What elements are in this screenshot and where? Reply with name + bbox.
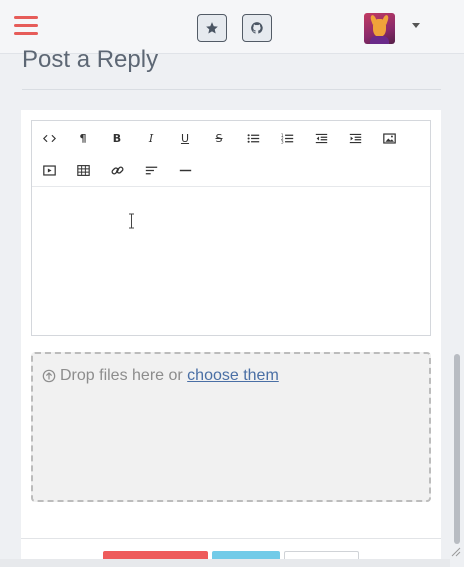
indent-icon [349, 133, 361, 143]
paragraph-icon: ¶ [79, 131, 87, 145]
underline-button[interactable]: U [172, 126, 198, 150]
ordered-list-icon: 123 [281, 132, 293, 144]
video-button[interactable] [36, 158, 62, 182]
editor-content[interactable] [32, 187, 430, 335]
file-dropzone[interactable]: Drop files here or choose them [31, 352, 431, 502]
underline-icon: U [180, 131, 190, 145]
outdent-button[interactable] [308, 126, 334, 150]
paragraph-button[interactable]: ¶ [70, 126, 96, 150]
github-icon [251, 22, 263, 34]
ordered-list-button[interactable]: 123 [274, 126, 300, 150]
bold-icon: B [112, 131, 122, 145]
choose-files-link[interactable]: choose them [187, 367, 279, 384]
outdent-icon [315, 133, 327, 143]
table-button[interactable] [70, 158, 96, 182]
editor-toolbar: ¶ B I U S 123 [32, 121, 430, 187]
divider [22, 89, 441, 90]
video-icon [42, 164, 56, 176]
italic-icon: I [148, 131, 154, 145]
favorites-button[interactable] [197, 14, 227, 42]
divider [21, 538, 441, 539]
strikethrough-icon: S [215, 131, 223, 145]
dropzone-text: Drop files here or choose them [60, 367, 279, 385]
table-icon [76, 164, 90, 176]
code-view-icon [42, 134, 56, 142]
dropzone-label: Drop files here or [60, 367, 183, 384]
page: Post a Reply ¶ B I U S 123 Drop files he… [0, 0, 464, 567]
link-icon [111, 166, 123, 174]
indent-button[interactable] [342, 126, 368, 150]
image-icon [382, 132, 396, 144]
rich-text-editor: ¶ B I U S 123 [31, 120, 431, 336]
caret-down-icon[interactable] [412, 23, 420, 28]
upload-arrow-icon [42, 369, 56, 383]
user-avatar[interactable] [364, 13, 395, 44]
unordered-list-icon [247, 133, 259, 143]
github-button[interactable] [242, 14, 272, 42]
align-icon [145, 166, 157, 174]
strikethrough-button[interactable]: S [206, 126, 232, 150]
text-cursor-icon [129, 213, 134, 229]
italic-button[interactable]: I [138, 126, 164, 150]
bold-button[interactable]: B [104, 126, 130, 150]
link-button[interactable] [104, 158, 130, 182]
unordered-list-button[interactable] [240, 126, 266, 150]
horizontal-rule-button[interactable] [172, 158, 198, 182]
svg-text:3: 3 [281, 139, 284, 144]
resize-grip-icon[interactable] [449, 545, 461, 557]
star-icon [206, 22, 218, 34]
code-view-button[interactable] [36, 126, 62, 150]
window-bottom-edge [0, 559, 464, 567]
scrollbar-thumb[interactable] [454, 354, 460, 544]
image-button[interactable] [376, 126, 402, 150]
horizontal-rule-icon [179, 169, 191, 171]
hamburger-icon[interactable] [14, 16, 38, 38]
align-button[interactable] [138, 158, 164, 182]
page-title: Post a Reply [22, 46, 159, 73]
